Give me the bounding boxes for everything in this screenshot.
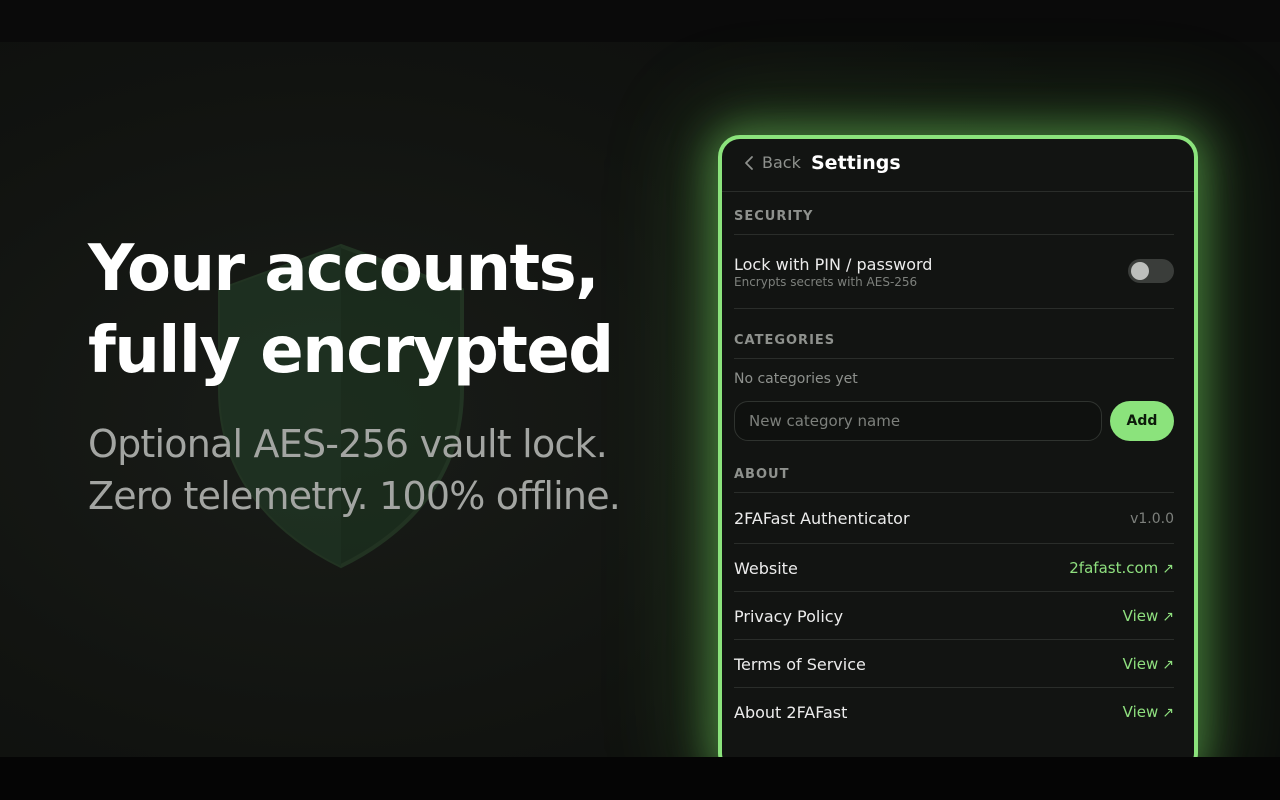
lock-sublabel: Encrypts secrets with AES-256 bbox=[734, 275, 918, 289]
top-band bbox=[0, 0, 1280, 42]
settings-panel: Back Settings SECURITY Lock with PIN / p… bbox=[718, 135, 1198, 775]
lock-toggle-knob bbox=[1131, 262, 1149, 280]
section-heading-about: ABOUT bbox=[734, 467, 1174, 493]
hero-subline-line-2: Zero telemetry. 100% offline. bbox=[88, 474, 621, 518]
chevron-left-icon bbox=[745, 155, 753, 170]
terms-label: Terms of Service bbox=[734, 655, 866, 674]
marketing-screen: Your accounts, fully encrypted Optional … bbox=[0, 0, 1280, 800]
new-category-input[interactable] bbox=[734, 401, 1102, 441]
hero-headline-line-2: fully encrypted bbox=[88, 314, 614, 388]
add-category-button[interactable]: Add bbox=[1110, 401, 1174, 441]
lock-toggle[interactable] bbox=[1128, 259, 1174, 283]
settings-top-bar: Back Settings bbox=[722, 139, 1194, 192]
external-link-arrow-icon: ↗ bbox=[1162, 609, 1174, 625]
section-heading-categories: CATEGORIES bbox=[734, 333, 1174, 359]
hero-headline: Your accounts, fully encrypted bbox=[88, 228, 614, 392]
privacy-view-text: View bbox=[1122, 607, 1159, 625]
privacy-view-link[interactable]: View ↗ bbox=[1123, 607, 1174, 625]
section-heading-security: SECURITY bbox=[734, 209, 1174, 235]
lock-label: Lock with PIN / password bbox=[734, 255, 933, 274]
back-label: Back bbox=[762, 153, 801, 172]
about-row-website[interactable]: Website 2fafast.com ↗ bbox=[734, 544, 1174, 592]
about-row-about[interactable]: About 2FAFast View ↗ bbox=[734, 688, 1174, 736]
about-row-app: 2FAFast Authenticator v1.0.0 bbox=[734, 494, 1174, 544]
hero-subline: Optional AES-256 vault lock. Zero teleme… bbox=[88, 418, 621, 522]
hero-headline-line-1: Your accounts, bbox=[88, 232, 599, 306]
about-2fafast-label: About 2FAFast bbox=[734, 703, 848, 722]
about-row-terms[interactable]: Terms of Service View ↗ bbox=[734, 640, 1174, 688]
external-link-arrow-icon: ↗ bbox=[1162, 657, 1174, 673]
website-link-text: 2fafast.com bbox=[1069, 559, 1159, 577]
terms-view-text: View bbox=[1122, 655, 1159, 673]
about-view-link[interactable]: View ↗ bbox=[1123, 703, 1174, 721]
page-title: Settings bbox=[811, 152, 901, 174]
external-link-arrow-icon: ↗ bbox=[1162, 561, 1174, 577]
app-name-label: 2FAFast Authenticator bbox=[734, 509, 910, 528]
terms-view-link[interactable]: View ↗ bbox=[1123, 655, 1174, 673]
lock-setting-row: Lock with PIN / password Encrypts secret… bbox=[734, 237, 1174, 309]
categories-empty-text: No categories yet bbox=[734, 371, 858, 387]
hero-subline-line-1: Optional AES-256 vault lock. bbox=[88, 422, 608, 466]
external-link-arrow-icon: ↗ bbox=[1162, 705, 1174, 721]
back-button[interactable]: Back bbox=[744, 153, 801, 172]
privacy-label: Privacy Policy bbox=[734, 607, 844, 626]
about-row-privacy[interactable]: Privacy Policy View ↗ bbox=[734, 592, 1174, 640]
bottom-band bbox=[0, 757, 1280, 800]
website-link[interactable]: 2fafast.com ↗ bbox=[1069, 559, 1174, 577]
website-label: Website bbox=[734, 559, 798, 578]
app-version: v1.0.0 bbox=[1130, 511, 1174, 527]
about-view-text: View bbox=[1122, 703, 1159, 721]
